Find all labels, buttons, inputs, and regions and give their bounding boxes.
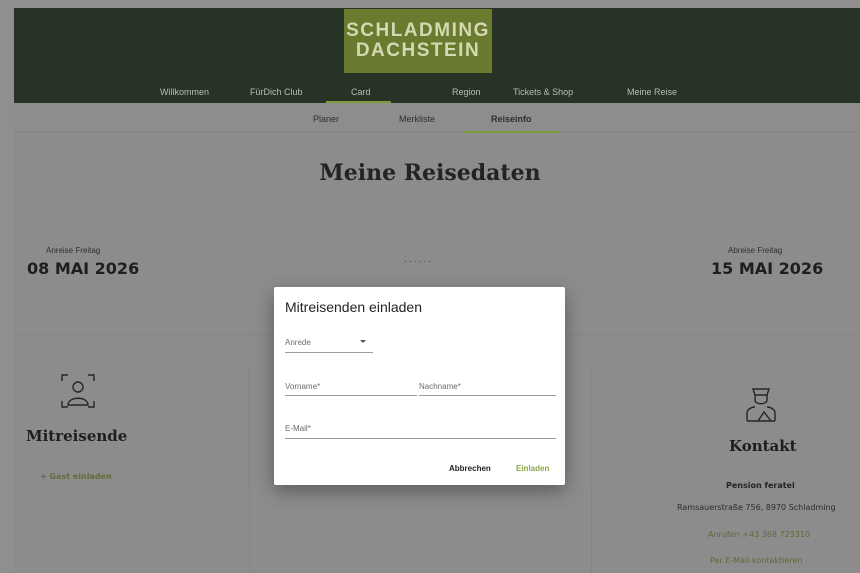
contact-name: Pension feratel [726,481,795,490]
tab-merkliste[interactable]: Merkliste [399,114,435,124]
salutation-select[interactable]: Anrede [285,338,311,347]
nav-item-willkommen[interactable]: Willkommen [160,87,209,97]
date-separator-dots: ...... [404,255,434,265]
nav-item-meine-reise[interactable]: Meine Reise [627,87,677,97]
contact-call-link[interactable]: Anrufen +43 368 723310 [708,530,810,539]
nav-item-card[interactable]: Card [351,87,371,97]
dialog-title: Mitreisenden einladen [285,299,422,315]
invite-traveler-dialog: Mitreisenden einladen Anrede Vorname* Na… [274,287,565,485]
last-name-field[interactable]: Nachname* [419,382,461,391]
salutation-underline [285,352,373,353]
sub-navigation: Planer Merkliste Reiseinfo [14,103,860,133]
tab-planer[interactable]: Planer [313,114,339,124]
column-divider-left [249,365,250,573]
column-divider-right [591,365,592,573]
add-guest-button[interactable]: + Gast einladen [40,472,112,481]
logo-line-2: DACHSTEIN [355,40,481,61]
invite-button[interactable]: Einladen [516,464,549,473]
main-navigation: Willkommen FürDich Club Card Region Tick… [0,87,860,103]
contact-email-link[interactable]: Per E-Mail kontaktieren [710,556,802,565]
tab-active-indicator [464,131,560,133]
first-name-field[interactable]: Vorname* [285,382,320,391]
departure-date: 15 MAI 2026 [711,259,824,278]
email-underline [285,438,556,439]
logo-line-1: SCHLADMING [346,20,490,41]
tab-reiseinfo[interactable]: Reiseinfo [491,114,532,124]
cancel-button[interactable]: Abbrechen [449,464,491,473]
last-name-underline [419,395,556,396]
departure-label: Abreise Freitag [728,246,783,255]
person-scan-icon [61,374,95,408]
nav-item-fuerdich-club[interactable]: FürDich Club [250,87,303,97]
concierge-icon [746,388,776,422]
arrival-date: 08 MAI 2026 [27,259,140,278]
nav-item-region[interactable]: Region [452,87,481,97]
arrival-label: Anreise Freitag [46,246,101,255]
chevron-down-icon[interactable] [360,340,366,343]
first-name-underline [285,395,417,396]
page-title: Meine Reisedaten [319,160,541,186]
email-field[interactable]: E-Mail* [285,424,311,433]
travelers-title: Mitreisende [26,427,128,445]
contact-address: Ramsauerstraße 756, 8970 Schladming [677,503,836,512]
nav-item-tickets-shop[interactable]: Tickets & Shop [513,87,573,97]
contact-title: Kontakt [729,437,797,455]
schladming-dachstein-logo[interactable]: SCHLADMING DACHSTEIN [344,9,492,73]
